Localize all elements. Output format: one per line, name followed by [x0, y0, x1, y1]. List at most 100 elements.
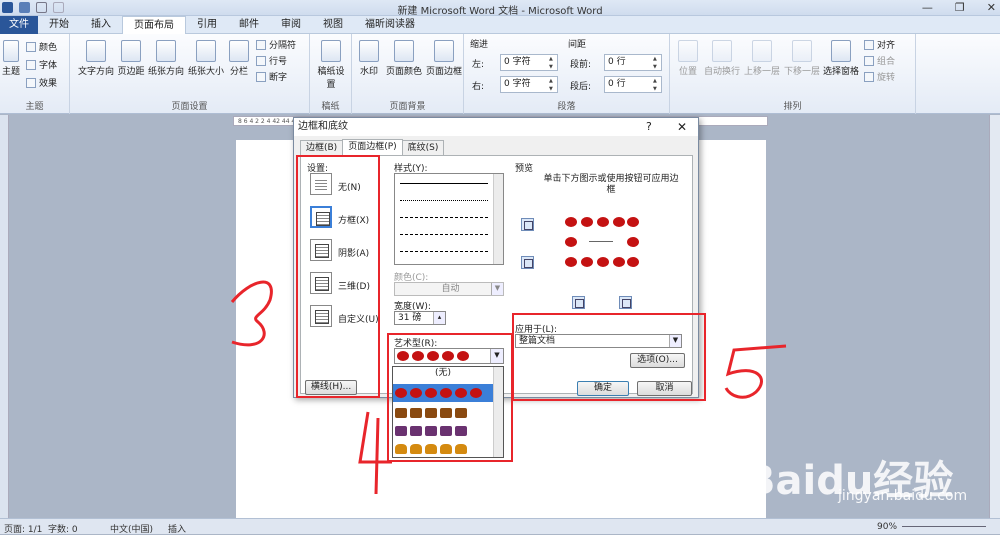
art-apple-icon [565, 217, 577, 227]
vertical-ruler [0, 115, 9, 518]
tab-foxit[interactable]: 福昕阅读器 [354, 16, 426, 34]
spacing-after-label: 段后: [570, 82, 592, 92]
align-icon [864, 39, 874, 50]
rotate-button[interactable]: 旋转 [864, 70, 895, 83]
font-icon [26, 59, 36, 70]
spacing-after-input[interactable]: 0 行 [604, 76, 662, 93]
indent-right-label: 右: [472, 82, 485, 92]
chevron-down-icon: ▼ [491, 283, 503, 295]
tab-borders[interactable]: 边框(B) [300, 140, 344, 155]
tab-references[interactable]: 引用 [186, 16, 228, 34]
group-page-setup: 文字方向 页边距 纸张方向 纸张大小 分栏 分隔符 行号 断字 页面设置 [70, 34, 310, 114]
effects-icon [26, 77, 36, 88]
group-icon [864, 55, 874, 66]
group-theme: 主题 颜色 字体 效果 主题 [0, 34, 70, 114]
style-listbox[interactable] [394, 173, 504, 265]
style-dashed-small[interactable] [400, 217, 488, 218]
restore-button[interactable]: ❐ [955, 1, 965, 14]
tab-view[interactable]: 视图 [312, 16, 354, 34]
tab-file[interactable]: 文件 [0, 16, 38, 34]
tab-page-layout[interactable]: 页面布局 [122, 16, 186, 34]
theme-effects-button[interactable]: 效果 [26, 76, 57, 89]
bring-forward-button[interactable]: 上移一层 [742, 40, 782, 77]
art-apple-icon [627, 237, 639, 247]
send-backward-button[interactable]: 下移一层 [782, 40, 822, 77]
status-page[interactable]: 页面: 1/1 [4, 522, 42, 535]
orientation-button[interactable]: 纸张方向 [146, 40, 186, 77]
selection-pane-button[interactable]: 选择窗格 [822, 40, 860, 77]
zoom-level[interactable]: 90% [877, 522, 897, 532]
style-dashed[interactable] [400, 234, 488, 235]
indent-label: 缩进 [470, 40, 489, 50]
spacing-before-input[interactable]: 0 行 [604, 54, 662, 71]
text-direction-button[interactable]: 文字方向 [76, 40, 116, 77]
tab-insert[interactable]: 插入 [80, 16, 122, 34]
watermark-button[interactable]: 水印 [354, 40, 384, 77]
group-label: 稿纸 [321, 102, 340, 112]
art-apple-icon [627, 217, 639, 227]
art-apple-icon [613, 257, 625, 267]
group-draft: 稿纸设置 稿纸 [310, 34, 352, 114]
indent-left-input[interactable]: 0 字符 [500, 54, 558, 71]
wrap-text-button[interactable]: 自动换行 [702, 40, 742, 77]
style-solid[interactable] [400, 183, 488, 184]
theme-colors-button[interactable]: 颜色 [26, 40, 57, 53]
art-apple-icon [581, 217, 593, 227]
art-apple-icon [597, 257, 609, 267]
paper-size-button[interactable]: 纸张大小 [186, 40, 226, 77]
draft-settings-button[interactable]: 稿纸设置 [314, 40, 348, 90]
group-button[interactable]: 组合 [864, 54, 895, 67]
align-button[interactable]: 对齐 [864, 38, 895, 51]
line-numbers-button[interactable]: 行号 [256, 54, 287, 67]
style-dotted[interactable] [400, 200, 488, 201]
top-border-button[interactable] [521, 218, 534, 231]
hyphenation-icon [256, 71, 266, 82]
breaks-icon [256, 39, 266, 50]
right-border-button[interactable] [619, 296, 632, 309]
tab-page-border[interactable]: 页面边框(P) [342, 139, 403, 155]
group-page-background: 水印 页面颜色 页面边框 页面背景 [352, 34, 464, 114]
baidu-url: jingyan.baidu.com [838, 488, 968, 504]
style-dash-dot[interactable] [400, 251, 488, 252]
indent-right-input[interactable]: 0 字符 [500, 76, 558, 93]
palette-icon [26, 41, 36, 52]
columns-button[interactable]: 分栏 [226, 40, 252, 77]
page-borders-button[interactable]: 页面边框 [424, 40, 464, 77]
tab-mailings[interactable]: 邮件 [228, 16, 270, 34]
close-window-button[interactable]: ✕ [987, 1, 996, 14]
theme-fonts-button[interactable]: 字体 [26, 58, 57, 71]
page-color-button[interactable]: 页面颜色 [384, 40, 424, 77]
preview-hint: 单击下方图示或使用按钮可应用边框 [543, 174, 679, 195]
margins-button[interactable]: 页边距 [116, 40, 146, 77]
tab-review[interactable]: 审阅 [270, 16, 312, 34]
position-button[interactable]: 位置 [674, 40, 702, 77]
line-numbers-icon [256, 55, 266, 66]
indent-left-label: 左: [472, 60, 485, 70]
dialog-title: 边框和底纹 [294, 118, 698, 136]
breaks-button[interactable]: 分隔符 [256, 38, 296, 51]
group-label: 排列 [783, 102, 802, 112]
themes-button[interactable]: 主题 [2, 40, 20, 77]
preview-area[interactable] [559, 211, 645, 273]
vertical-scrollbar[interactable] [989, 115, 1000, 518]
hyphenation-button[interactable]: 断字 [256, 70, 287, 83]
color-value: 自动 [441, 284, 460, 294]
help-button[interactable]: ? [646, 118, 652, 136]
color-select[interactable]: 自动 ▼ [394, 282, 504, 296]
minimize-button[interactable]: — [922, 1, 933, 14]
art-apple-icon [627, 257, 639, 267]
spinner-icon: ▴ [433, 312, 445, 324]
style-scrollbar[interactable] [493, 174, 503, 264]
title-bar: 新建 Microsoft Word 文档 - Microsoft Word — … [0, 0, 1000, 17]
tab-home[interactable]: 开始 [38, 16, 80, 34]
tab-shading[interactable]: 底纹(S) [401, 140, 445, 155]
left-border-button[interactable] [572, 296, 585, 309]
zoom-slider[interactable] [902, 526, 986, 527]
status-language[interactable]: 中文(中国) [110, 522, 153, 535]
bottom-border-button[interactable] [521, 256, 534, 269]
width-select[interactable]: 31 磅 ▴ [394, 311, 446, 325]
dialog-close-button[interactable]: ✕ [677, 118, 687, 136]
group-arrange: 位置 自动换行 上移一层 下移一层 选择窗格 对齐 组合 旋转 排列 [670, 34, 916, 114]
status-insert-mode[interactable]: 插入 [168, 522, 186, 535]
status-words[interactable]: 字数: 0 [48, 522, 78, 535]
